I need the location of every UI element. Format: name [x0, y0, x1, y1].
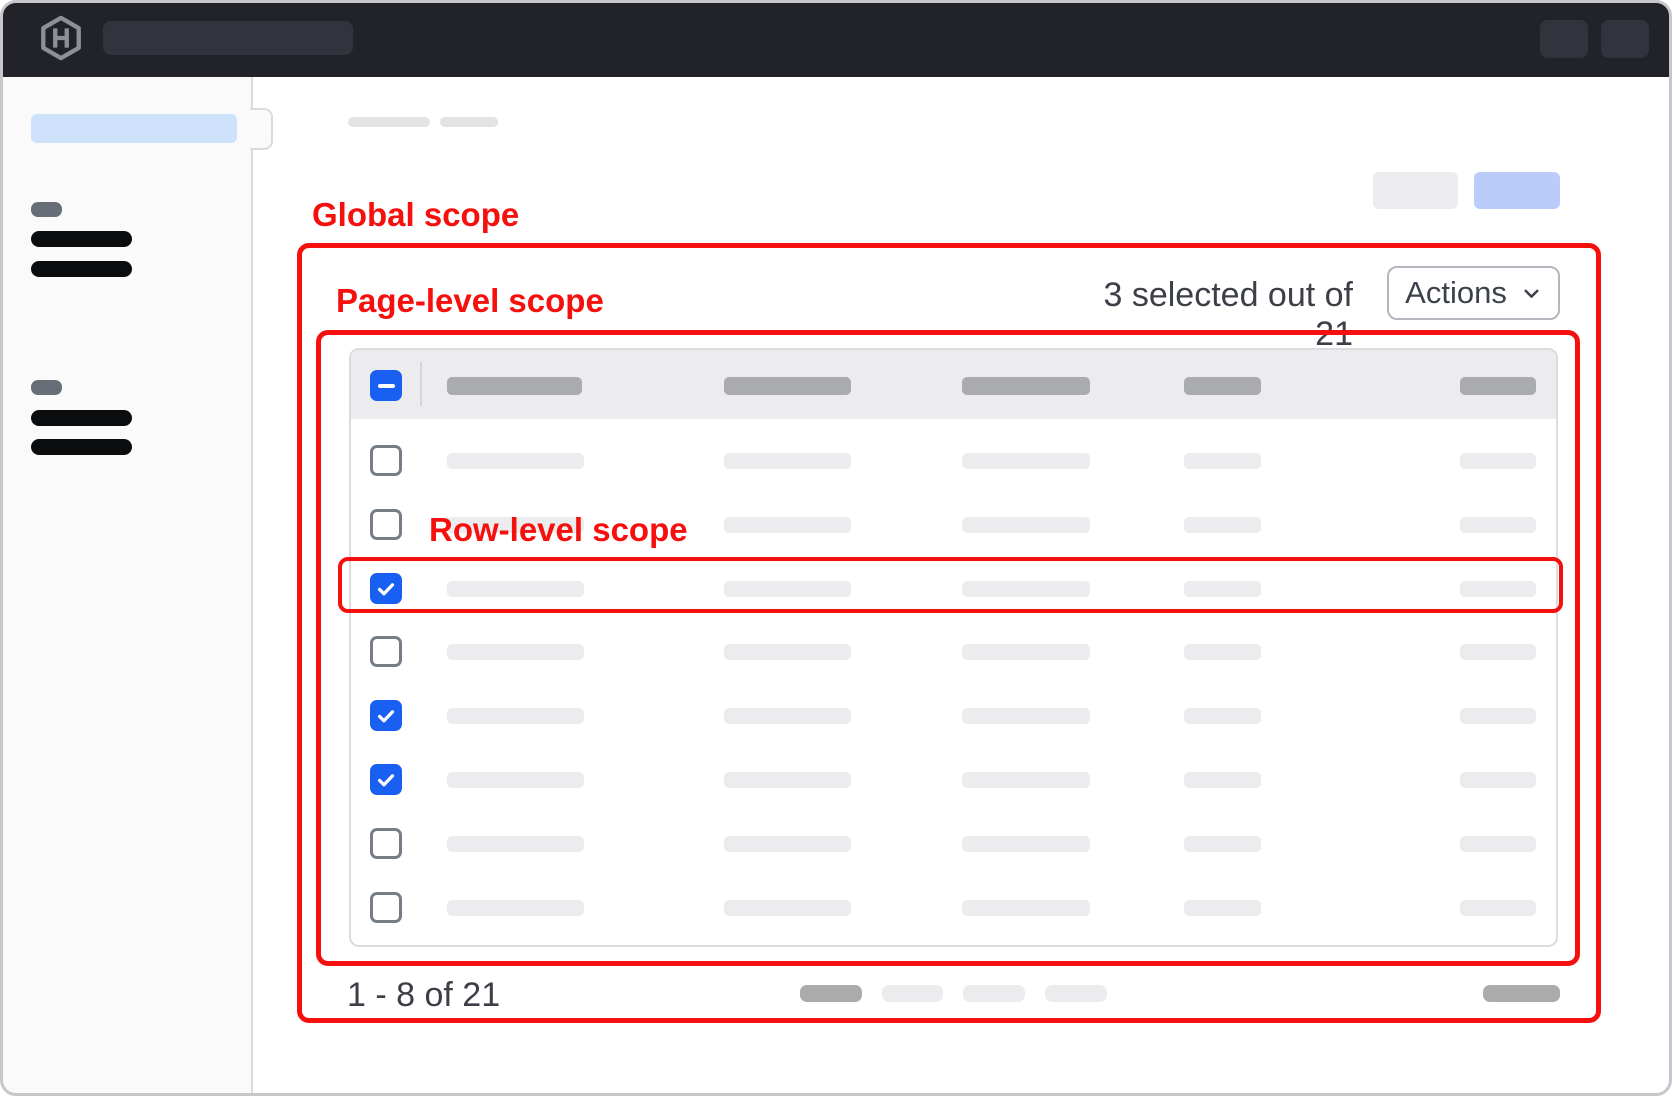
- skeleton-cell: [1184, 644, 1261, 660]
- selection-status: 3 selected out of 21: [1095, 276, 1353, 354]
- row-checkbox[interactable]: [370, 764, 402, 795]
- skeleton-cell: [962, 453, 1090, 469]
- skeleton-cell: [1184, 453, 1261, 469]
- sidebar-item-active[interactable]: [31, 114, 237, 143]
- global-search-input[interactable]: [103, 21, 353, 55]
- primary-button[interactable]: [1474, 172, 1560, 209]
- skeleton-cell: [1460, 453, 1536, 469]
- column-header[interactable]: [447, 377, 582, 395]
- pagination-item[interactable]: [882, 985, 943, 1002]
- secondary-button[interactable]: [1373, 172, 1458, 209]
- skeleton-cell: [724, 581, 851, 597]
- skeleton-cell: [1184, 836, 1261, 852]
- skeleton-cell: [447, 900, 584, 916]
- page-scope-label: Page-level scope: [336, 282, 604, 320]
- check-icon: [375, 769, 397, 791]
- sidebar-item[interactable]: [31, 231, 132, 247]
- sidebar-section-label: [31, 380, 62, 395]
- skeleton-cell: [724, 644, 851, 660]
- skeleton-cell: [962, 900, 1090, 916]
- actions-button-label: Actions: [1405, 275, 1507, 311]
- select-all-checkbox[interactable]: [370, 370, 402, 401]
- skeleton-cell: [962, 772, 1090, 788]
- pagination-next[interactable]: [1483, 985, 1560, 1002]
- breadcrumb-item[interactable]: [348, 117, 430, 127]
- header-divider: [420, 362, 422, 406]
- chevron-down-icon: [1521, 283, 1542, 304]
- column-header[interactable]: [962, 377, 1090, 395]
- row-checkbox[interactable]: [370, 892, 402, 923]
- global-scope-label: Global scope: [312, 196, 519, 234]
- data-table: [349, 348, 1558, 947]
- skeleton-cell: [447, 581, 584, 597]
- skeleton-cell: [962, 581, 1090, 597]
- skeleton-cell: [1460, 772, 1536, 788]
- row-checkbox[interactable]: [370, 445, 402, 476]
- skeleton-cell: [447, 772, 584, 788]
- pagination-range: 1 - 8 of 21: [347, 976, 500, 1015]
- column-header[interactable]: [1460, 377, 1536, 395]
- row-checkbox[interactable]: [370, 636, 402, 667]
- skeleton-cell: [447, 708, 584, 724]
- skeleton-cell: [962, 644, 1090, 660]
- actions-button[interactable]: Actions: [1387, 266, 1560, 320]
- top-navbar: [2, 2, 1670, 77]
- skeleton-cell: [1460, 900, 1536, 916]
- pagination-item[interactable]: [963, 985, 1025, 1002]
- skeleton-cell: [1460, 644, 1536, 660]
- skeleton-cell: [447, 836, 584, 852]
- row-scope-label: Row-level scope: [429, 511, 688, 549]
- skeleton-cell: [962, 517, 1090, 533]
- column-header[interactable]: [1184, 377, 1261, 395]
- skeleton-cell: [724, 453, 851, 469]
- skeleton-cell: [1184, 772, 1261, 788]
- breadcrumb-item[interactable]: [440, 117, 498, 127]
- row-checkbox[interactable]: [370, 828, 402, 859]
- sidebar-section-label: [31, 202, 62, 217]
- skeleton-cell: [1184, 900, 1261, 916]
- skeleton-cell: [962, 836, 1090, 852]
- page-size-selector[interactable]: [800, 985, 862, 1002]
- column-header[interactable]: [724, 377, 851, 395]
- skeleton-cell: [1460, 581, 1536, 597]
- skeleton-cell: [1184, 708, 1261, 724]
- skeleton-cell: [724, 517, 851, 533]
- sidebar-item[interactable]: [31, 410, 132, 426]
- skeleton-cell: [1460, 836, 1536, 852]
- skeleton-cell: [962, 708, 1090, 724]
- hashicorp-logo-icon: [38, 15, 84, 61]
- skeleton-cell: [1184, 581, 1261, 597]
- sidebar: [2, 77, 253, 1094]
- skeleton-cell: [447, 644, 584, 660]
- row-checkbox[interactable]: [370, 700, 402, 731]
- sidebar-collapse-handle[interactable]: [250, 108, 273, 150]
- skeleton-cell: [1460, 708, 1536, 724]
- minus-icon: [378, 384, 395, 388]
- skeleton-cell: [724, 900, 851, 916]
- sidebar-item[interactable]: [31, 261, 132, 277]
- check-icon: [375, 578, 397, 600]
- skeleton-cell: [1184, 517, 1261, 533]
- skeleton-cell: [724, 772, 851, 788]
- skeleton-cell: [447, 453, 584, 469]
- check-icon: [375, 705, 397, 727]
- sidebar-item[interactable]: [31, 439, 132, 455]
- row-checkbox[interactable]: [370, 573, 402, 604]
- pagination-item[interactable]: [1045, 985, 1107, 1002]
- skeleton-cell: [724, 708, 851, 724]
- row-checkbox[interactable]: [370, 509, 402, 540]
- table-header-row: [351, 350, 1556, 419]
- user-menu-button[interactable]: [1601, 20, 1649, 58]
- app-window: Global scope Page-level scope 3 selected…: [0, 0, 1672, 1096]
- skeleton-cell: [724, 836, 851, 852]
- help-button[interactable]: [1540, 20, 1588, 58]
- skeleton-cell: [1460, 517, 1536, 533]
